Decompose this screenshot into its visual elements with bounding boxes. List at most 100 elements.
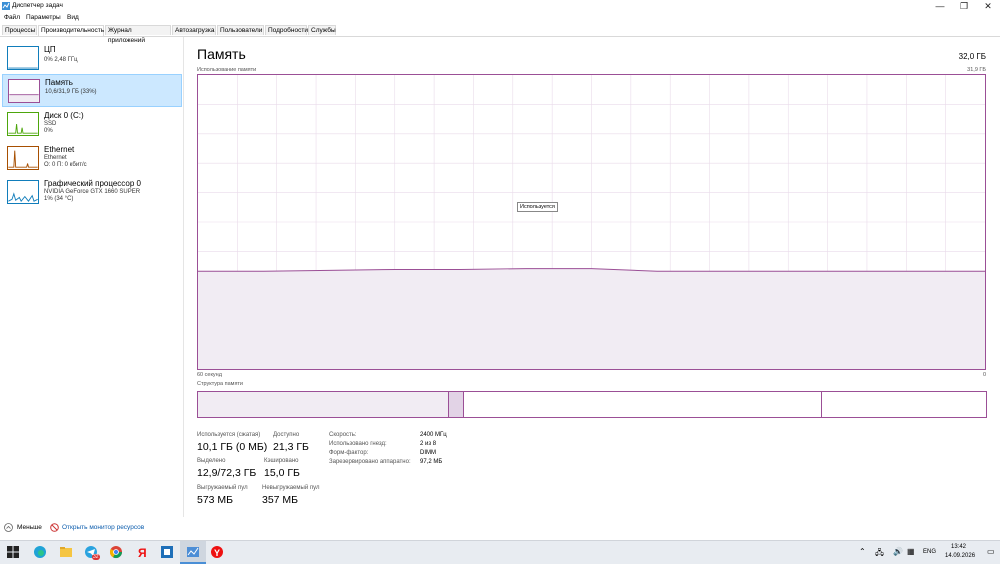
- sidebar-item-cpu[interactable]: ЦП 0% 2,48 ГГц: [2, 42, 182, 75]
- tab-processes[interactable]: Процессы: [2, 25, 37, 35]
- chrome-icon[interactable]: [109, 545, 123, 559]
- form-factor-value: DIMM: [420, 450, 436, 456]
- nonpaged-pool-label: Невыгружаемый пул: [262, 485, 320, 491]
- menu-file[interactable]: Файл: [4, 14, 20, 21]
- cached-label: Кэшировано: [264, 458, 299, 464]
- sidebar-item-disk[interactable]: Диск 0 (C:) SSD 0%: [2, 108, 182, 141]
- speed-value: 2400 МГц: [420, 432, 447, 438]
- menu-bar: Файл Параметры Вид: [0, 12, 1000, 23]
- sidebar-item-detail: SSD: [44, 121, 57, 127]
- disk-thumbnail: [7, 112, 39, 136]
- menu-options[interactable]: Параметры: [26, 14, 61, 21]
- graph-max-label: 31,9 ГБ: [967, 67, 986, 73]
- yandex-browser-icon[interactable]: Я: [135, 545, 149, 559]
- speaker-icon[interactable]: 🔊: [893, 547, 903, 556]
- tab-services[interactable]: Службы: [308, 25, 336, 35]
- menu-view[interactable]: Вид: [67, 14, 79, 21]
- notifications-icon[interactable]: ▭: [987, 547, 995, 556]
- task-manager-icon: [187, 547, 199, 557]
- yandex-icon[interactable]: Y: [210, 545, 224, 559]
- chevron-up-icon[interactable]: [4, 523, 13, 532]
- form-factor-label: Форм-фактор:: [329, 450, 369, 456]
- committed-value: 12,9/72,3 ГБ: [197, 467, 257, 479]
- composition-segment[interactable]: [462, 392, 821, 417]
- composition-segment[interactable]: [447, 392, 463, 417]
- slots-label: Использовано гнезд:: [329, 441, 387, 447]
- in-use-value: 10,1 ГБ (0 МБ): [197, 441, 268, 453]
- fewer-details-link[interactable]: Меньше: [17, 524, 42, 531]
- maximize-button[interactable]: ❐: [952, 0, 976, 12]
- minimize-button[interactable]: —: [928, 0, 952, 12]
- cached-value: 15,0 ГБ: [264, 467, 300, 479]
- open-resource-monitor-link[interactable]: Открыть монитор ресурсов: [62, 524, 144, 531]
- sidebar-item-ethernet[interactable]: Ethernet Ethernet О: 0 П: 0 кбит/с: [2, 142, 182, 175]
- sidebar-item-label: Ethernet: [44, 145, 75, 154]
- memory-composition-bar[interactable]: [197, 391, 987, 418]
- sidebar-item-detail: 10,6/31,9 ГБ (33%): [45, 89, 97, 95]
- close-button[interactable]: ✕: [976, 0, 1000, 12]
- olx-watermark: uz: [792, 487, 955, 539]
- tab-startup[interactable]: Автозагрузка: [172, 25, 216, 35]
- sidebar-item-detail: 0% 2,48 ГГц: [44, 57, 78, 63]
- ethernet-thumbnail: [7, 146, 39, 170]
- task-manager-icon: [2, 2, 10, 10]
- tab-performance[interactable]: Производительность: [38, 25, 104, 36]
- sidebar-item-gpu[interactable]: Графический процессор 0 NVIDIA GeForce G…: [2, 176, 182, 209]
- telegram-badge: 32: [92, 554, 100, 560]
- cpu-thumbnail: [7, 46, 39, 70]
- page-title: Память: [197, 46, 246, 62]
- structure-label: Структура памяти: [197, 381, 244, 387]
- in-use-label: Используется (сжатая): [197, 432, 261, 438]
- reserved-label: Зарезервировано аппаратно:: [329, 459, 411, 465]
- tray-chevron-up-icon[interactable]: ⌃: [859, 547, 866, 556]
- tab-details[interactable]: Подробности: [265, 25, 308, 35]
- sidebar-item-label: Графический процессор 0: [44, 179, 141, 188]
- tab-users[interactable]: Пользователи: [217, 25, 264, 35]
- sidebar-item-label: Память: [45, 78, 73, 87]
- sidebar-item-detail: 1% (34 °C): [44, 196, 74, 202]
- memory-thumbnail: [8, 79, 40, 103]
- window-title: Диспетчер задач: [12, 2, 63, 9]
- memory-usage-chart: [197, 74, 986, 370]
- sidebar-item-label: Диск 0 (C:): [44, 111, 84, 120]
- sidebar-item-detail: 0%: [44, 128, 53, 134]
- title-bar: Диспетчер задач — ❐ ✕: [0, 0, 1000, 12]
- resource-monitor-icon: [50, 523, 59, 532]
- paged-pool-label: Выгружаемый пул: [197, 485, 248, 491]
- network-icon[interactable]: 🖧: [875, 547, 884, 561]
- sidebar-item-detail: Ethernet: [44, 155, 67, 161]
- tab-bar: Процессы Производительность Журнал прило…: [0, 24, 1000, 44]
- time-axis-label: 60 секунд: [197, 372, 222, 378]
- speed-label: Скорость:: [329, 432, 357, 438]
- sidebar: ЦП 0% 2,48 ГГц Память 10,6/31,9 ГБ (33%)…: [0, 37, 184, 517]
- file-explorer-icon[interactable]: [59, 545, 73, 559]
- total-memory: 32,0 ГБ: [958, 52, 986, 61]
- sidebar-item-memory[interactable]: Память 10,6/31,9 ГБ (33%): [2, 74, 182, 107]
- committed-label: Выделено: [197, 458, 226, 464]
- clock-date[interactable]: 14.09.2026: [945, 553, 975, 559]
- paged-pool-value: 573 МБ: [197, 494, 234, 506]
- app-store-icon[interactable]: [160, 545, 174, 559]
- taskbar: 32 Я Y ⌃ 🖧 🔊 ▦ ENG 13:42 14.09.2026 ▭: [0, 540, 1000, 564]
- slots-value: 2 из 8: [420, 441, 437, 447]
- edge-icon[interactable]: [33, 545, 47, 559]
- sidebar-item-detail: О: 0 П: 0 кбит/с: [44, 162, 87, 168]
- svg-text:uz: uz: [926, 509, 955, 539]
- graph-label: Использование памяти: [197, 67, 257, 73]
- tab-app-history[interactable]: Журнал приложений: [105, 25, 171, 44]
- clock-time[interactable]: 13:42: [951, 544, 966, 550]
- reserved-value: 97,2 МБ: [420, 459, 443, 465]
- nonpaged-pool-value: 357 МБ: [262, 494, 299, 506]
- language-indicator[interactable]: ENG: [923, 549, 936, 555]
- sidebar-item-label: ЦП: [44, 45, 56, 54]
- chart-tooltip: Используется: [517, 202, 558, 212]
- taskbar-active-task-manager[interactable]: [180, 541, 206, 564]
- tray-app-icon[interactable]: ▦: [907, 547, 915, 556]
- time-axis-end: 0: [983, 372, 987, 378]
- available-label: Доступно: [273, 432, 300, 438]
- composition-segment[interactable]: [198, 392, 448, 417]
- composition-segment[interactable]: [820, 392, 986, 417]
- svg-text:Y: Y: [214, 548, 220, 558]
- windows-start-icon[interactable]: [6, 545, 20, 559]
- svg-text:Я: Я: [138, 546, 147, 559]
